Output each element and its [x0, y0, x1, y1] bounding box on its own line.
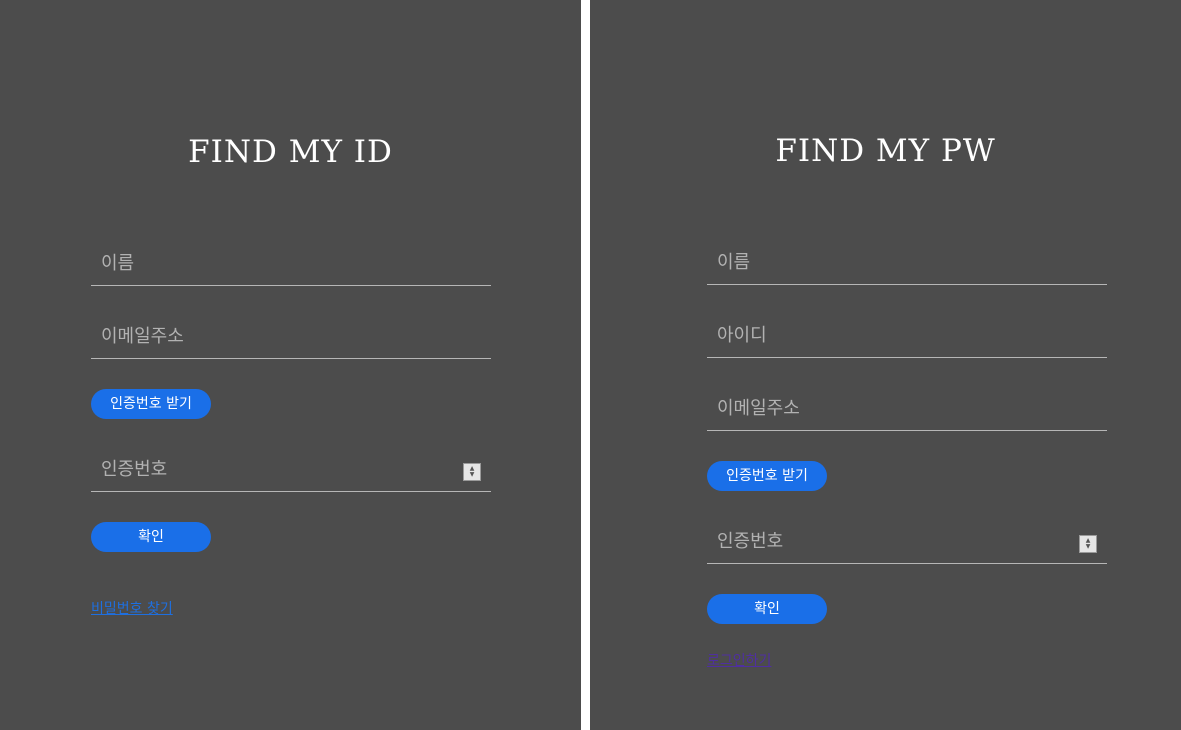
- page: FIND MY ID 인증번호 받기 ▲ ▼ 확인 비밀번호 찾기 FIND M…: [0, 0, 1181, 730]
- spinner-down-icon[interactable]: ▼: [470, 472, 475, 478]
- find-pw-send-code-button[interactable]: 인증번호 받기: [707, 461, 827, 491]
- find-pw-code-spinner[interactable]: ▲ ▼: [1079, 535, 1097, 553]
- login-link[interactable]: 로그인하기: [707, 650, 771, 670]
- find-pw-confirm-button[interactable]: 확인: [707, 594, 827, 624]
- find-id-panel: FIND MY ID 인증번호 받기 ▲ ▼ 확인 비밀번호 찾기: [0, 0, 581, 730]
- find-pw-email-field: [707, 387, 1107, 431]
- find-id-send-code-button[interactable]: 인증번호 받기: [91, 389, 211, 419]
- find-pw-title: FIND MY PW: [775, 133, 996, 169]
- find-id-email-field: [91, 315, 491, 359]
- find-pw-id-field: [707, 314, 1107, 358]
- find-id-code-input[interactable]: [91, 448, 491, 491]
- find-id-name-field: [91, 242, 491, 286]
- find-id-name-input[interactable]: [91, 242, 491, 285]
- find-pw-name-field: [707, 241, 1107, 285]
- find-id-code-spinner[interactable]: ▲ ▼: [463, 463, 481, 481]
- spinner-down-icon[interactable]: ▼: [1086, 544, 1091, 550]
- find-pw-code-input[interactable]: [707, 520, 1107, 563]
- find-id-email-input[interactable]: [91, 315, 491, 358]
- find-password-link[interactable]: 비밀번호 찾기: [91, 598, 173, 618]
- find-id-title: FIND MY ID: [188, 134, 393, 170]
- find-pw-code-field: ▲ ▼: [707, 520, 1107, 564]
- find-id-code-field: ▲ ▼: [91, 448, 491, 492]
- find-pw-panel: FIND MY PW 인증번호 받기 ▲ ▼ 확인 로그인하기: [590, 0, 1181, 730]
- find-pw-id-input[interactable]: [707, 314, 1107, 357]
- find-pw-name-input[interactable]: [707, 241, 1107, 284]
- find-id-confirm-button[interactable]: 확인: [91, 522, 211, 552]
- find-pw-email-input[interactable]: [707, 387, 1107, 430]
